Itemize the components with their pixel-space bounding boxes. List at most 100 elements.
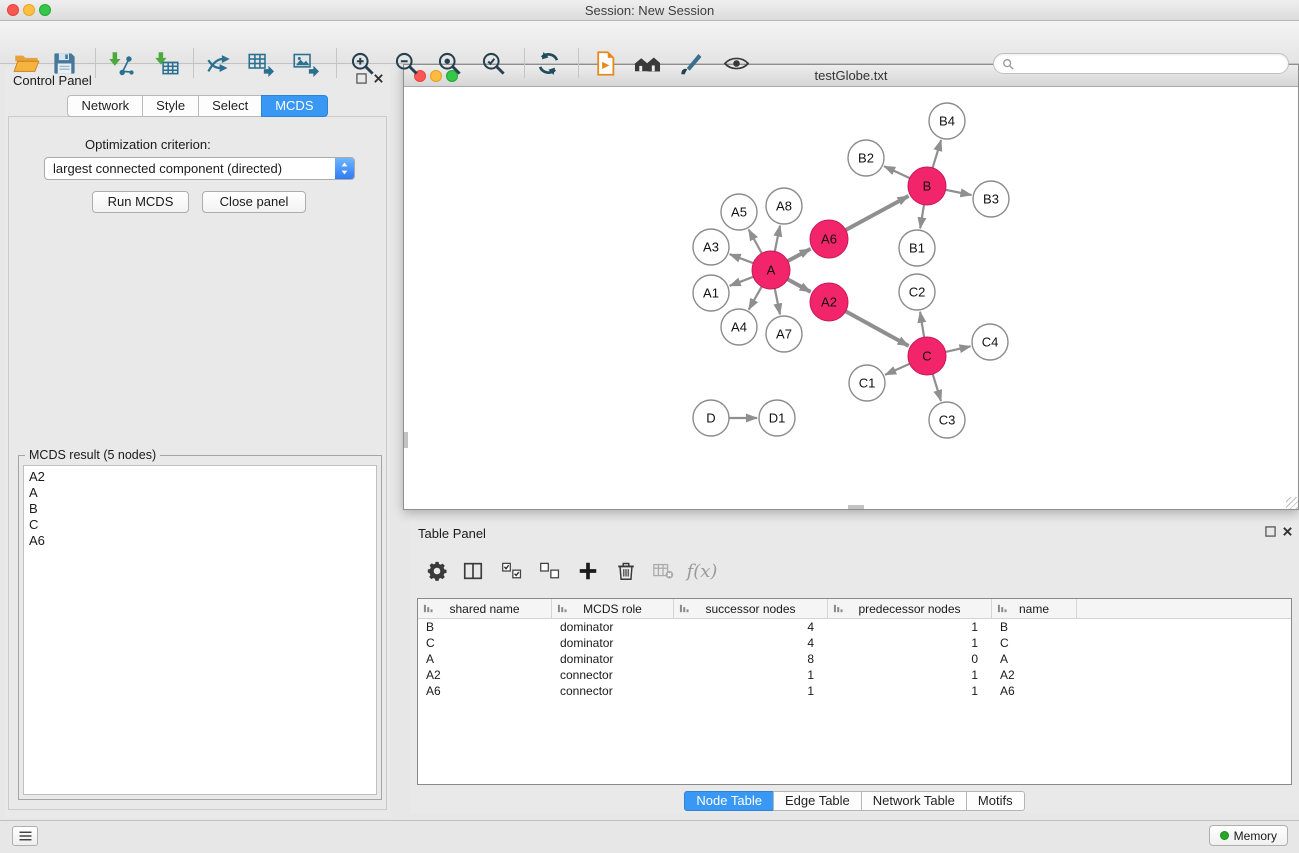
tab-select[interactable]: Select bbox=[198, 95, 262, 117]
graph-edge-A-A8[interactable] bbox=[775, 226, 780, 252]
graph-edge-A6-B[interactable] bbox=[846, 196, 909, 230]
task-history-button[interactable] bbox=[12, 826, 38, 846]
table-cell[interactable]: A2 bbox=[418, 667, 552, 683]
table-cell[interactable]: 1 bbox=[828, 667, 992, 683]
graph-edge-A-A5[interactable] bbox=[749, 230, 762, 254]
network-canvas-svg[interactable]: B4B2BB3A8A5A6B1A3AA1C2A2A4A7C4CC1C3DD1 bbox=[404, 87, 1298, 509]
delete-table-button[interactable] bbox=[648, 556, 678, 586]
column-header-name[interactable]: name bbox=[992, 599, 1077, 618]
graph-edge-A-A4[interactable] bbox=[749, 287, 762, 310]
column-visibility-button[interactable] bbox=[458, 556, 488, 586]
toolbar-search[interactable] bbox=[993, 53, 1289, 74]
graph-node-C3[interactable]: C3 bbox=[929, 402, 965, 438]
tab-node-table[interactable]: Node Table bbox=[684, 791, 774, 811]
table-cell[interactable]: 1 bbox=[674, 683, 828, 699]
graph-edge-B-B3[interactable] bbox=[946, 190, 972, 195]
graph-node-A2[interactable]: A2 bbox=[810, 283, 848, 321]
tab-edge-table[interactable]: Edge Table bbox=[773, 791, 862, 811]
graph-node-A6[interactable]: A6 bbox=[810, 220, 848, 258]
table-cell[interactable]: B bbox=[418, 619, 552, 635]
unselect-all-button[interactable] bbox=[535, 556, 565, 586]
function-builder-button[interactable]: f(x) bbox=[682, 556, 722, 586]
tab-motifs[interactable]: Motifs bbox=[966, 791, 1025, 811]
search-input[interactable] bbox=[1019, 57, 1280, 71]
graph-node-D[interactable]: D bbox=[693, 400, 729, 436]
graph-node-D1[interactable]: D1 bbox=[759, 400, 795, 436]
network-canvas[interactable]: B4B2BB3A8A5A6B1A3AA1C2A2A4A7C4CC1C3DD1 bbox=[404, 87, 1298, 509]
criterion-dropdown[interactable]: largest connected component (directed) bbox=[44, 157, 355, 180]
import-table-button[interactable] bbox=[149, 46, 183, 80]
mcds-result-list[interactable]: A2ABCA6 bbox=[23, 465, 377, 795]
table-cell[interactable]: C bbox=[992, 635, 1077, 651]
graph-edge-A-A1[interactable] bbox=[730, 277, 754, 286]
graph-node-A5[interactable]: A5 bbox=[721, 194, 757, 230]
open-recent-button[interactable] bbox=[588, 46, 622, 80]
column-header-predecessor-nodes[interactable]: predecessor nodes bbox=[828, 599, 992, 618]
add-row-button[interactable] bbox=[573, 556, 603, 586]
graph-node-A8[interactable]: A8 bbox=[766, 188, 802, 224]
table-row[interactable]: Bdominator41B bbox=[418, 619, 1291, 635]
zoom-selected-button[interactable] bbox=[476, 46, 510, 80]
table-cell[interactable]: 1 bbox=[674, 667, 828, 683]
graph-edge-C-C1[interactable] bbox=[885, 364, 910, 375]
dropdown-stepper[interactable] bbox=[335, 158, 354, 179]
table-cell[interactable]: 1 bbox=[828, 635, 992, 651]
graph-node-B[interactable]: B bbox=[908, 167, 946, 205]
graph-node-A7[interactable]: A7 bbox=[766, 316, 802, 352]
table-row[interactable]: Adominator80A bbox=[418, 651, 1291, 667]
graph-node-C2[interactable]: C2 bbox=[899, 274, 935, 310]
open-session-button[interactable] bbox=[9, 46, 43, 80]
graph-node-A3[interactable]: A3 bbox=[693, 229, 729, 265]
run-mcds-button[interactable]: Run MCDS bbox=[92, 191, 189, 213]
tab-style[interactable]: Style bbox=[142, 95, 199, 117]
reset-home-button[interactable] bbox=[630, 46, 664, 80]
graph-node-A[interactable]: A bbox=[752, 251, 790, 289]
graph-edge-A-A3[interactable] bbox=[730, 254, 754, 263]
graph-edge-B-B2[interactable] bbox=[884, 166, 910, 178]
table-row[interactable]: A6connector11A6 bbox=[418, 683, 1291, 699]
table-cell[interactable]: dominator bbox=[552, 619, 674, 635]
table-cell[interactable]: B bbox=[992, 619, 1077, 635]
style-brush-button[interactable] bbox=[674, 46, 708, 80]
result-item[interactable]: C bbox=[24, 517, 376, 533]
graph-node-B3[interactable]: B3 bbox=[973, 181, 1009, 217]
result-item[interactable]: A6 bbox=[24, 533, 376, 549]
graph-edge-A2-C[interactable] bbox=[846, 311, 909, 346]
table-cell[interactable]: connector bbox=[552, 683, 674, 699]
graph-node-C4[interactable]: C4 bbox=[972, 324, 1008, 360]
graph-edge-A-A7[interactable] bbox=[775, 289, 780, 315]
table-cell[interactable]: 8 bbox=[674, 651, 828, 667]
export-network-button[interactable] bbox=[201, 46, 235, 80]
close-panel-icon[interactable] bbox=[1282, 526, 1293, 537]
graph-node-C[interactable]: C bbox=[908, 337, 946, 375]
tab-network[interactable]: Network bbox=[67, 95, 143, 117]
table-cell[interactable]: connector bbox=[552, 667, 674, 683]
zoom-out-button[interactable] bbox=[389, 46, 423, 80]
close-panel-button[interactable]: Close panel bbox=[202, 191, 306, 213]
table-cell[interactable]: 0 bbox=[828, 651, 992, 667]
table-cell[interactable]: 1 bbox=[828, 619, 992, 635]
tab-network-table[interactable]: Network Table bbox=[861, 791, 967, 811]
import-network-button[interactable] bbox=[103, 46, 137, 80]
table-cell[interactable]: C bbox=[418, 635, 552, 651]
horizontal-scroll-nub[interactable] bbox=[848, 505, 864, 509]
column-header-successor-nodes[interactable]: successor nodes bbox=[674, 599, 828, 618]
save-session-button[interactable] bbox=[47, 46, 81, 80]
graph-node-A4[interactable]: A4 bbox=[721, 309, 757, 345]
graph-node-B2[interactable]: B2 bbox=[848, 140, 884, 176]
graph-node-A1[interactable]: A1 bbox=[693, 275, 729, 311]
show-hide-button[interactable] bbox=[719, 46, 753, 80]
table-cell[interactable]: dominator bbox=[552, 651, 674, 667]
export-image-button[interactable] bbox=[288, 46, 322, 80]
graph-node-B4[interactable]: B4 bbox=[929, 103, 965, 139]
table-settings-button[interactable] bbox=[422, 556, 452, 586]
column-header-shared-name[interactable]: shared name bbox=[418, 599, 552, 618]
zoom-fit-button[interactable] bbox=[432, 46, 466, 80]
graph-edge-C-C4[interactable] bbox=[946, 346, 971, 352]
graph-edge-A-A2[interactable] bbox=[788, 279, 811, 292]
float-panel-icon[interactable] bbox=[1265, 526, 1276, 537]
graph-node-C1[interactable]: C1 bbox=[849, 365, 885, 401]
result-item[interactable]: B bbox=[24, 501, 376, 517]
table-cell[interactable]: A6 bbox=[418, 683, 552, 699]
graph-edge-B-B1[interactable] bbox=[920, 205, 924, 229]
